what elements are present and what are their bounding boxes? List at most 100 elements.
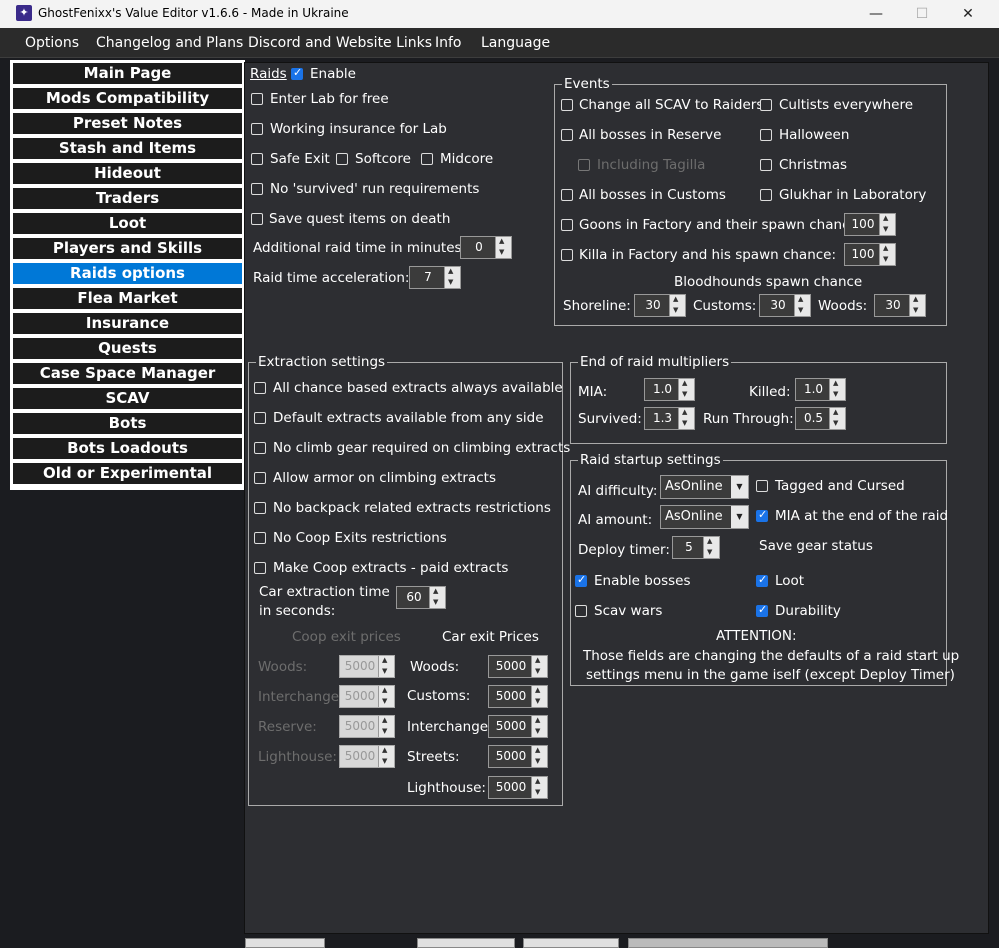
extract-option-checkbox[interactable] [254,502,266,514]
enter-lab-checkbox[interactable] [251,93,263,105]
tagilla-checkbox[interactable] [578,159,590,171]
bosses-customs-checkbox[interactable] [561,189,573,201]
loot-checkbox[interactable] [756,573,768,587]
ai-amount-select[interactable]: AsOnline ▼ [660,505,749,529]
minimize-button[interactable]: — [853,0,899,28]
spin-arrows-icon[interactable] [378,656,394,677]
save-quest-checkbox[interactable] [251,213,263,225]
killed-spinbox[interactable]: 1.0 [795,378,846,401]
goons-spinbox[interactable]: 100 [844,213,896,236]
scav-raiders-checkbox[interactable] [561,99,573,111]
menu-discord[interactable]: Discord and Website Links [248,35,432,51]
sidebar-item-case-space[interactable]: Case Space Manager [12,362,243,385]
bottom-button[interactable] [245,938,325,948]
spin-arrows-icon[interactable] [703,537,719,558]
spin-arrows-icon[interactable] [378,716,394,737]
extract-option-checkbox[interactable] [254,412,266,424]
sidebar-item-bots[interactable]: Bots [12,412,243,435]
menu-language[interactable]: Language [481,35,550,51]
shoreline-spinbox[interactable]: 30 [634,294,686,317]
spin-arrows-icon[interactable] [378,686,394,707]
extract-option-checkbox[interactable] [254,442,266,454]
car-time-spinbox[interactable]: 60 [396,586,446,609]
close-button[interactable]: ✕ [945,0,991,28]
bottom-button[interactable] [523,938,619,948]
coop-price-spinbox[interactable]: 5000 [339,715,395,738]
customs-spinbox[interactable]: 30 [759,294,811,317]
killa-checkbox[interactable] [561,249,573,261]
car-price-spinbox[interactable]: 5000 [488,715,548,738]
no-survived-checkbox[interactable] [251,183,263,195]
chevron-down-icon[interactable]: ▼ [731,476,748,498]
car-price-spinbox[interactable]: 5000 [488,776,548,799]
car-price-spinbox[interactable]: 5000 [488,685,548,708]
sidebar-item-old-experimental[interactable]: Old or Experimental [12,462,243,485]
spin-arrows-icon[interactable] [829,379,845,400]
car-price-spinbox[interactable]: 5000 [488,655,548,678]
sidebar-item-raids-options[interactable]: Raids options [12,262,243,285]
extract-option-checkbox[interactable] [254,562,266,574]
goons-checkbox[interactable] [561,219,573,231]
spin-arrows-icon[interactable] [444,267,460,288]
woods-spinbox[interactable]: 30 [874,294,926,317]
scav-wars-checkbox[interactable] [575,605,587,617]
spin-arrows-icon[interactable] [495,237,511,258]
enable-bosses-checkbox[interactable] [575,573,587,587]
coop-price-spinbox[interactable]: 5000 [339,685,395,708]
chevron-down-icon[interactable]: ▼ [731,506,748,528]
durability-checkbox[interactable] [756,603,768,617]
sidebar-item-hideout[interactable]: Hideout [12,162,243,185]
ai-difficulty-select[interactable]: AsOnline ▼ [660,475,749,499]
raid-acceleration-spinbox[interactable]: 7 [409,266,461,289]
spin-arrows-icon[interactable] [879,214,895,235]
sidebar-item-quests[interactable]: Quests [12,337,243,360]
spin-arrows-icon[interactable] [879,244,895,265]
spin-arrows-icon[interactable] [531,716,547,737]
spin-arrows-icon[interactable] [829,408,845,429]
sidebar-item-stash-items[interactable]: Stash and Items [12,137,243,160]
sidebar-item-traders[interactable]: Traders [12,187,243,210]
extract-option-checkbox[interactable] [254,382,266,394]
spin-arrows-icon[interactable] [678,379,694,400]
christmas-checkbox[interactable] [760,159,772,171]
sidebar-item-flea-market[interactable]: Flea Market [12,287,243,310]
mia-spinbox[interactable]: 1.0 [644,378,695,401]
spin-arrows-icon[interactable] [378,746,394,767]
spin-arrows-icon[interactable] [531,656,547,677]
run-through-spinbox[interactable]: 0.5 [795,407,846,430]
sidebar-item-loot[interactable]: Loot [12,212,243,235]
spin-arrows-icon[interactable] [794,295,810,316]
sidebar-item-mods-compatibility[interactable]: Mods Compatibility [12,87,243,110]
spin-arrows-icon[interactable] [429,587,445,608]
softcore-checkbox[interactable] [336,153,348,165]
killa-spinbox[interactable]: 100 [844,243,896,266]
menu-options[interactable]: Options [25,35,79,51]
spin-arrows-icon[interactable] [909,295,925,316]
sidebar-item-scav[interactable]: SCAV [12,387,243,410]
spin-arrows-icon[interactable] [531,686,547,707]
sidebar-item-main-page[interactable]: Main Page [12,62,243,85]
sidebar-item-insurance[interactable]: Insurance [12,312,243,335]
additional-time-spinbox[interactable]: 0 [460,236,512,259]
bottom-button[interactable] [628,938,828,948]
enable-checkbox[interactable] [291,66,303,80]
spin-arrows-icon[interactable] [669,295,685,316]
working-insurance-checkbox[interactable] [251,123,263,135]
deploy-timer-spinbox[interactable]: 5 [672,536,720,559]
spin-arrows-icon[interactable] [678,408,694,429]
coop-price-spinbox[interactable]: 5000 [339,655,395,678]
sidebar-item-bots-loadouts[interactable]: Bots Loadouts [12,437,243,460]
glukhar-checkbox[interactable] [760,189,772,201]
cultists-checkbox[interactable] [760,99,772,111]
tagged-checkbox[interactable] [756,480,768,492]
safe-exit-checkbox[interactable] [251,153,263,165]
bottom-button[interactable] [417,938,515,948]
extract-option-checkbox[interactable] [254,472,266,484]
mia-end-checkbox[interactable] [756,508,768,522]
bosses-reserve-checkbox[interactable] [561,129,573,141]
menu-info[interactable]: Info [435,35,462,51]
maximize-button[interactable]: ☐ [899,0,945,28]
menu-changelog[interactable]: Changelog and Plans [96,35,243,51]
sidebar-item-preset-notes[interactable]: Preset Notes [12,112,243,135]
sidebar-item-players-skills[interactable]: Players and Skills [12,237,243,260]
